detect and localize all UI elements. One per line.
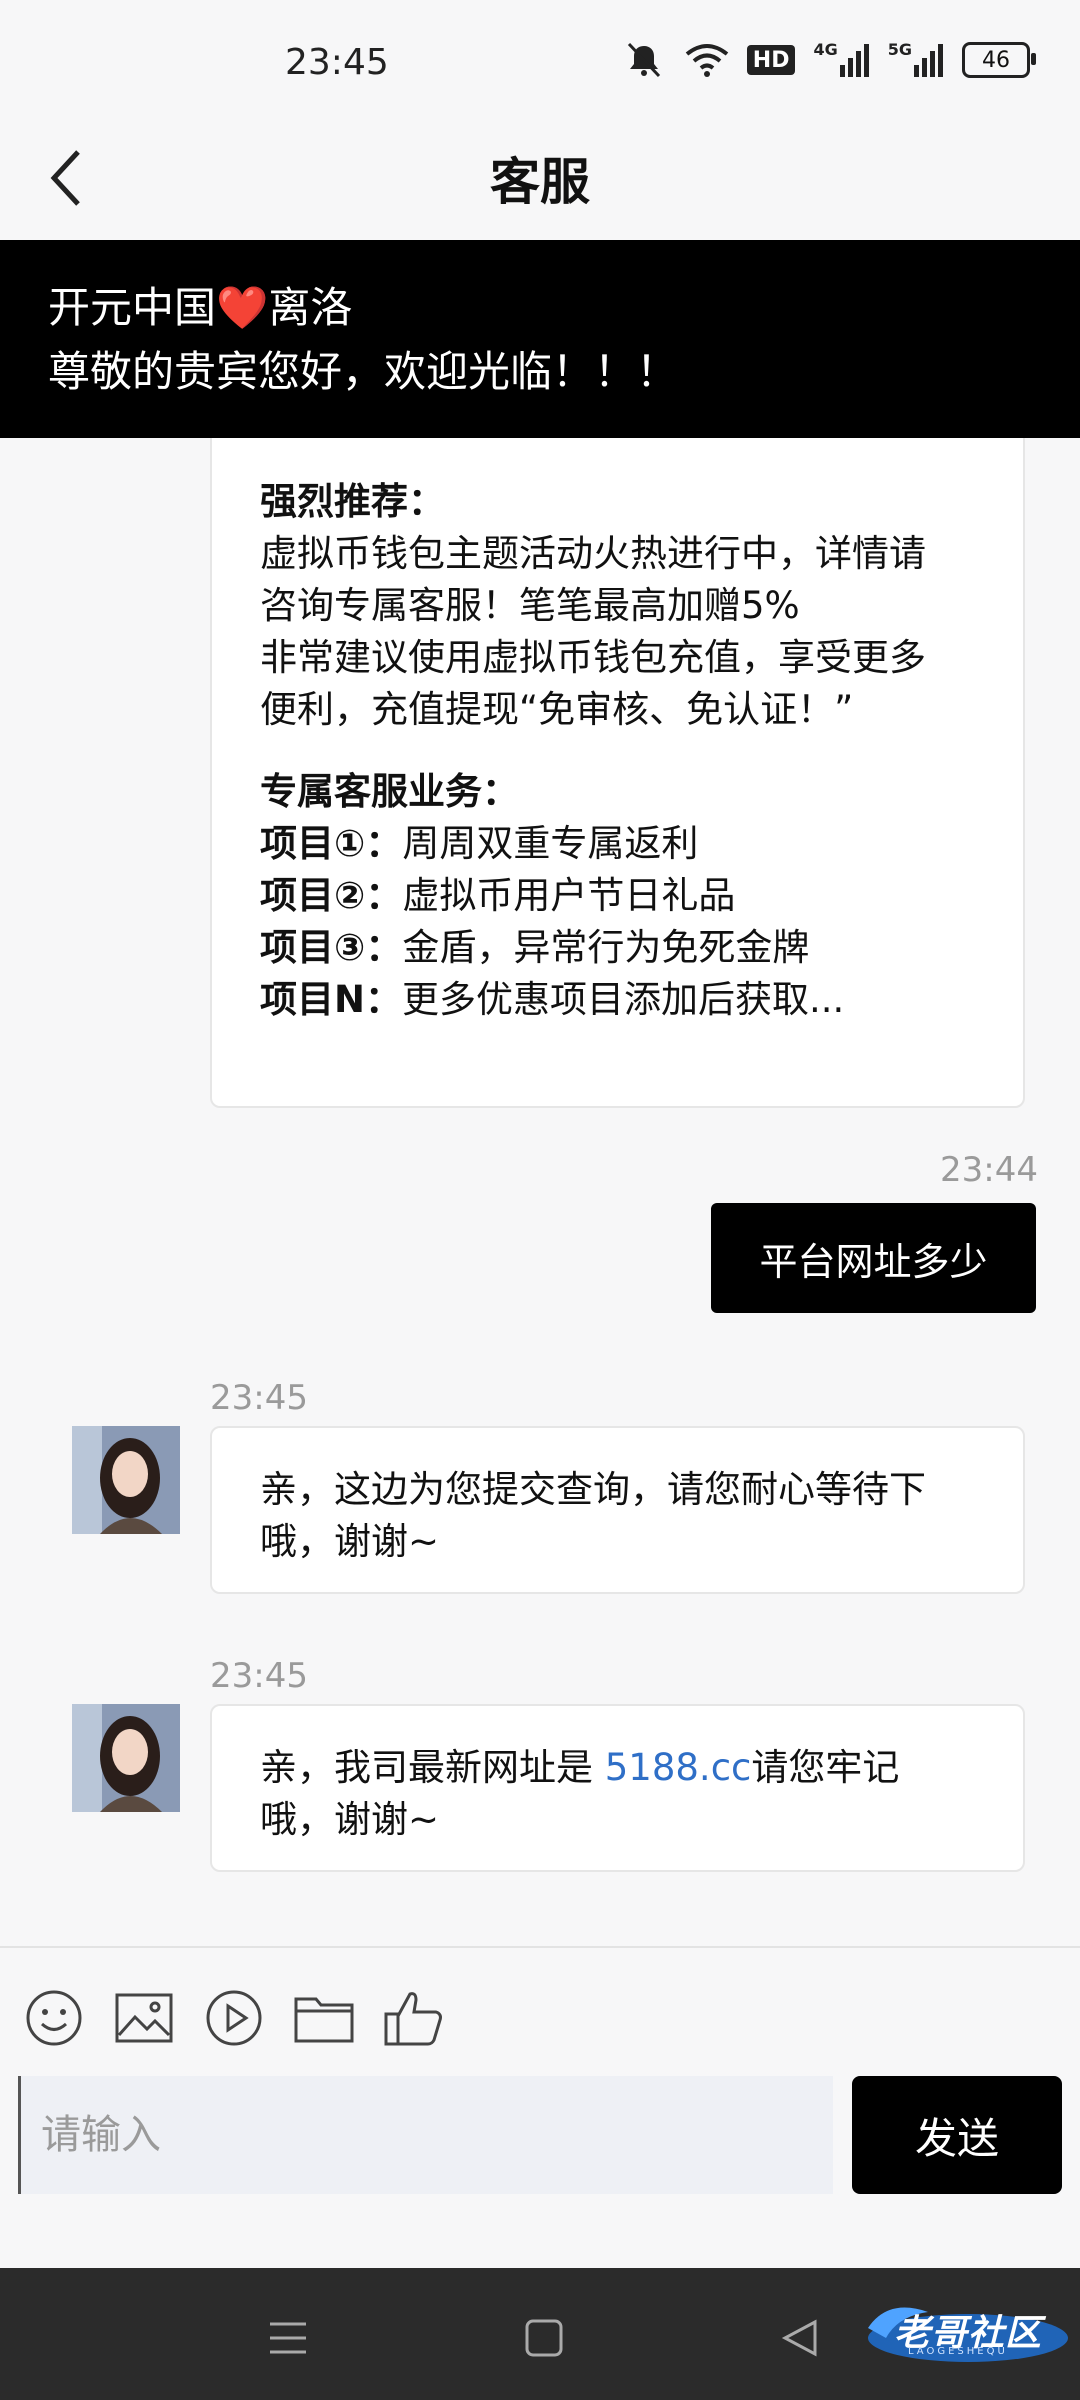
file-button[interactable] [294, 1988, 354, 2048]
service-text: 虚拟币用户节日礼品 [402, 874, 736, 917]
back-triangle-icon [781, 2319, 817, 2357]
promo-line: 便利，充值提现“免审核、免认证！” [260, 688, 854, 731]
signal-4g-icon: 4G [813, 40, 869, 80]
service-label: 项目①： [260, 822, 403, 865]
signal-5g-icon: 5G [888, 40, 944, 80]
image-icon [115, 1993, 173, 2043]
agent-avatar[interactable] [72, 1426, 180, 1534]
agent-message: 亲，这边为您提交查询，请您耐心等待下 哦，谢谢~ [210, 1426, 1025, 1594]
agent-message: 亲，我司最新网址是 5188.cc请您牢记 哦，谢谢~ [210, 1704, 1025, 1872]
image-button[interactable] [114, 1988, 174, 2048]
banner-brand: 开元中国 [48, 283, 217, 332]
status-bar: 23:45 HD 4G 5G 46 [0, 0, 1080, 120]
service-label: 项目③： [260, 926, 403, 969]
service-label: 项目N： [260, 978, 402, 1021]
message-text: 哦，谢谢~ [260, 1798, 440, 1841]
mute-icon [621, 40, 667, 80]
service-text: 更多优惠项目添加后获取... [401, 978, 845, 1021]
banner-agent: 离洛 [268, 283, 353, 332]
thumbs-up-icon [384, 1992, 442, 2046]
service-text: 周周双重专属返利 [402, 822, 699, 865]
service-item: 项目②：虚拟币用户节日礼品 [260, 870, 975, 922]
emoji-icon [26, 1990, 82, 2046]
service-item: 项目①：周周双重专属返利 [260, 818, 975, 870]
website-link[interactable]: 5188.cc [605, 1746, 752, 1789]
watermark-logo: 老哥社区 LAOGESHEQU [858, 2298, 1068, 2368]
menu-icon [270, 2322, 306, 2354]
message-input[interactable] [18, 2076, 833, 2194]
service-text: 金盾，异常行为免死金牌 [402, 926, 810, 969]
service-item: 项目N：更多优惠项目添加后获取... [260, 974, 975, 1026]
message-text-prefix: 亲，我司最新网址是 [260, 1746, 605, 1789]
message-timestamp: 23:45 [210, 1656, 308, 1696]
like-button[interactable] [384, 1988, 444, 2048]
promo-message: 强烈推荐： 虚拟币钱包主题活动火热进行中，详情请 咨询专属客服！笔笔最高加赠5%… [210, 438, 1025, 1108]
banner-greeting: 尊敬的贵宾您好，欢迎光临！！！ [48, 347, 679, 396]
page-title: 客服 [490, 153, 590, 211]
promo-line: 非常建议使用虚拟币钱包充值，享受更多 [260, 636, 926, 679]
home-square-icon [525, 2319, 563, 2357]
watermark-subtext: LAOGESHEQU [908, 2346, 1008, 2357]
play-icon [206, 1990, 262, 2046]
promo-line: 虚拟币钱包主题活动火热进行中，详情请 [260, 532, 926, 575]
welcome-banner: 开元中国❤️离洛 尊敬的贵宾您好，欢迎光临！！！ [0, 240, 1080, 438]
battery-icon: 46 [962, 42, 1036, 78]
hd-icon: HD [746, 45, 796, 75]
wifi-icon [685, 40, 729, 80]
user-message: 平台网址多少 [711, 1203, 1036, 1313]
message-text-suffix: 请您牢记 [751, 1746, 900, 1789]
agent-avatar[interactable] [72, 1704, 180, 1812]
service-item: 项目③：金盾，异常行为免死金牌 [260, 922, 975, 974]
emoji-button[interactable] [24, 1988, 84, 2048]
heart-icon: ❤️ [216, 283, 269, 332]
send-button[interactable]: 发送 [852, 2076, 1062, 2194]
message-text: 亲，我司最新网址是 5188.cc请您牢记 [260, 1742, 975, 1794]
composer-toolbar [0, 1948, 1080, 2048]
service-label: 项目②： [260, 874, 403, 917]
system-nav-bar: 老哥社区 LAOGESHEQU [0, 2268, 1080, 2400]
message-timestamp: 23:45 [210, 1378, 308, 1418]
message-text: 哦，谢谢~ [260, 1520, 440, 1563]
folder-icon [294, 1997, 354, 2043]
home-nav-button[interactable] [514, 2308, 574, 2368]
banner-title: 开元中国❤️离洛 [48, 274, 352, 335]
status-time: 23:45 [285, 42, 389, 83]
app-header: 客服 [0, 120, 1080, 240]
services-heading: 专属客服业务： [260, 770, 519, 813]
video-button[interactable] [204, 1988, 264, 2048]
message-timestamp: 23:44 [940, 1150, 1038, 1190]
promo-heading: 强烈推荐： [260, 480, 445, 523]
composer: 发送 [0, 2048, 1080, 2268]
message-list[interactable]: 强烈推荐： 虚拟币钱包主题活动火热进行中，详情请 咨询专属客服！笔笔最高加赠5%… [0, 438, 1080, 1946]
promo-line: 咨询专属客服！笔笔最高加赠5% [260, 584, 800, 627]
back-nav-button[interactable] [770, 2308, 830, 2368]
message-text: 亲，这边为您提交查询，请您耐心等待下 [260, 1468, 926, 1511]
menu-nav-button[interactable] [258, 2308, 318, 2368]
status-icons: HD 4G 5G 46 [621, 40, 1036, 80]
